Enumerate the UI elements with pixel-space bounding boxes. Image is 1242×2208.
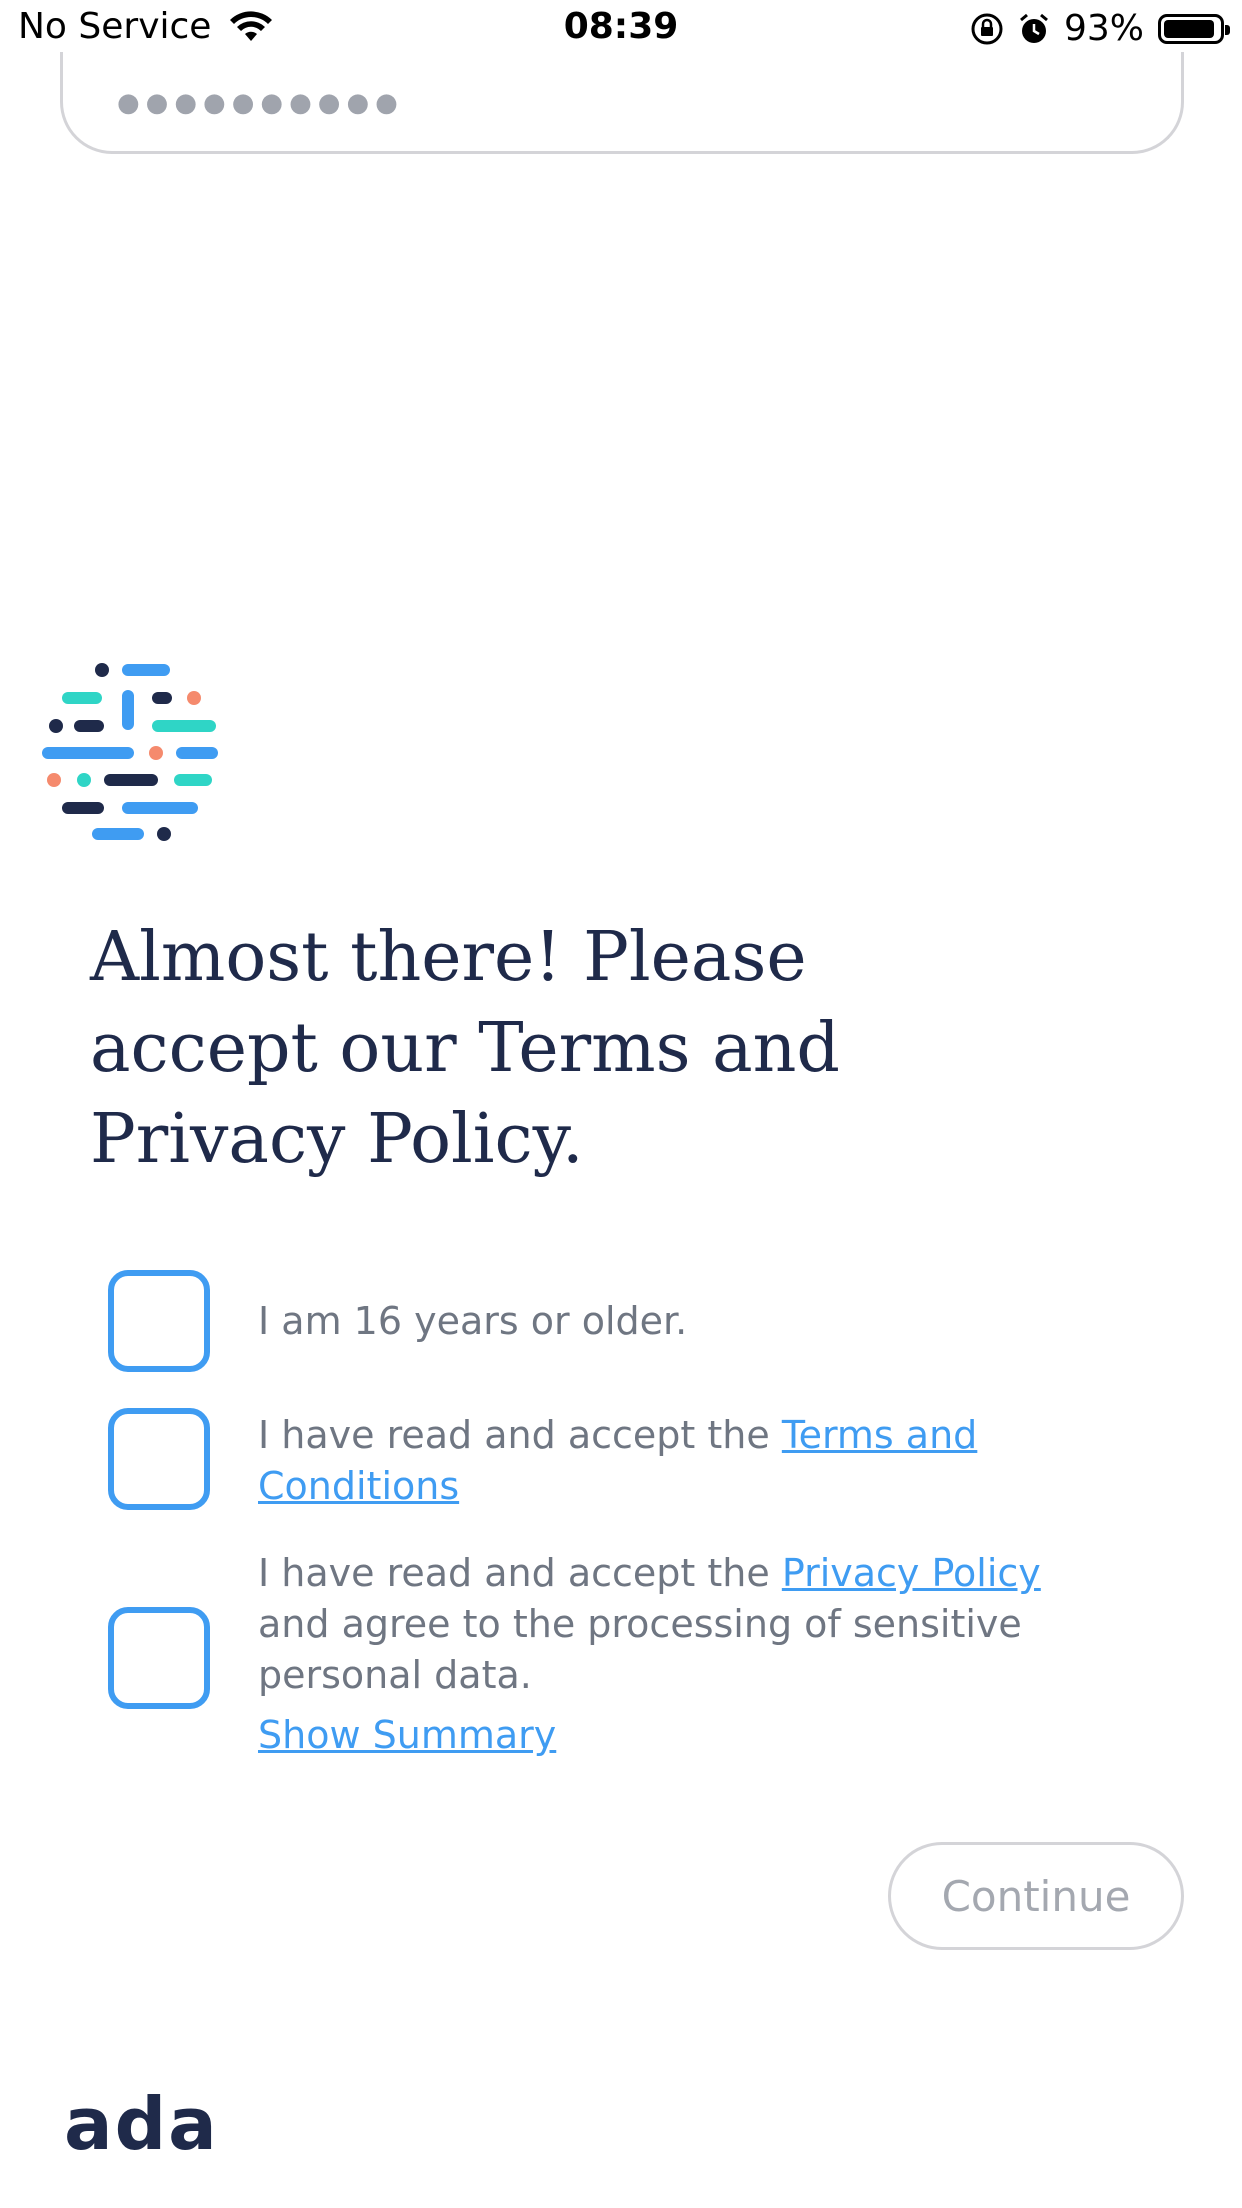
orientation-lock-icon xyxy=(971,13,1003,44)
battery-percent: 93% xyxy=(1063,8,1144,49)
privacy-consent-suffix: and agree to the processing of sensitive… xyxy=(258,1602,1022,1697)
terms-consent-label: I have read and accept the Terms and Con… xyxy=(258,1410,1118,1512)
page-title: Almost there! Please accept our Terms an… xyxy=(90,918,840,1179)
battery-icon xyxy=(1158,13,1230,44)
password-field[interactable]: ●●●●●●●●●● xyxy=(60,52,1184,154)
age-consent-label: I am 16 years or older. xyxy=(258,1299,688,1343)
privacy-consent-label: I have read and accept the Privacy Polic… xyxy=(258,1548,1118,1701)
ada-wordmark: ada xyxy=(64,2082,219,2166)
status-indicators: 93% xyxy=(956,8,1230,49)
terms-consent-checkbox[interactable] xyxy=(108,1408,210,1510)
battery-fill xyxy=(1164,19,1215,38)
age-consent-checkbox[interactable] xyxy=(108,1270,210,1372)
ada-logo-icon xyxy=(42,663,218,841)
password-masked-value: ●●●●●●●●●● xyxy=(117,88,404,118)
privacy-consent-prefix: I have read and accept the xyxy=(258,1551,782,1595)
continue-button[interactable]: Continue xyxy=(888,1842,1184,1950)
terms-consent-prefix: I have read and accept the xyxy=(258,1413,782,1457)
privacy-policy-link[interactable]: Privacy Policy xyxy=(782,1551,1041,1595)
alarm-icon xyxy=(1020,13,1048,43)
privacy-consent-checkbox[interactable] xyxy=(108,1607,210,1709)
show-summary-link[interactable]: Show Summary xyxy=(258,1713,556,1757)
